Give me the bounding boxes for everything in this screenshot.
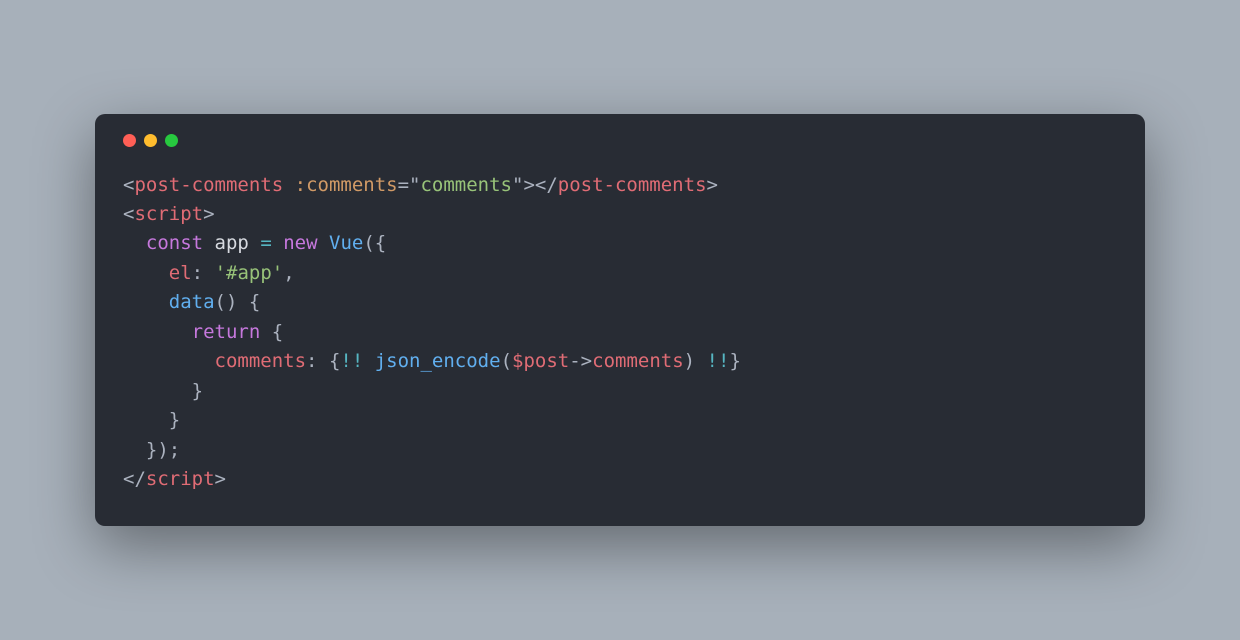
- code-token: </: [123, 468, 146, 490]
- code-line: comments: {!! json_encode($post->comment…: [123, 350, 741, 372]
- code-token: >: [707, 174, 718, 196]
- code-line: el: '#app',: [123, 262, 295, 284]
- code-token: [123, 439, 146, 461]
- code-token: new: [283, 232, 317, 254]
- code-token: comments: [420, 174, 512, 196]
- code-token: >: [203, 203, 214, 225]
- code-token: !!: [707, 350, 730, 372]
- code-token: });: [146, 439, 180, 461]
- code-token: [272, 232, 283, 254]
- code-token: post-comments: [558, 174, 707, 196]
- code-line: });: [123, 439, 180, 461]
- code-line: </script>: [123, 468, 226, 490]
- code-token: [123, 380, 192, 402]
- code-token: [123, 232, 146, 254]
- code-window: <post-comments :comments="comments"></po…: [95, 114, 1145, 527]
- code-token: app: [215, 232, 249, 254]
- maximize-icon[interactable]: [165, 134, 178, 147]
- code-token: [123, 409, 169, 431]
- code-token: ->: [569, 350, 592, 372]
- close-icon[interactable]: [123, 134, 136, 147]
- code-token: $post: [512, 350, 569, 372]
- code-token: [203, 262, 214, 284]
- minimize-icon[interactable]: [144, 134, 157, 147]
- code-token: script: [146, 468, 215, 490]
- window-titlebar: [123, 134, 1117, 171]
- code-token: </: [535, 174, 558, 196]
- code-token: [123, 321, 192, 343]
- code-token: [123, 291, 169, 313]
- code-token: ,: [283, 262, 294, 284]
- code-token: '#app': [215, 262, 284, 284]
- code-token: !!: [340, 350, 363, 372]
- code-line: const app = new Vue({: [123, 232, 386, 254]
- code-line: <script>: [123, 203, 215, 225]
- code-token: const: [146, 232, 203, 254]
- code-line: data() {: [123, 291, 260, 313]
- code-token: :comments: [295, 174, 398, 196]
- code-token: data: [169, 291, 215, 313]
- code-token: [317, 350, 328, 372]
- code-token: [123, 262, 169, 284]
- code-token: [318, 232, 329, 254]
- code-token: }: [169, 409, 180, 431]
- code-token: [260, 321, 271, 343]
- code-line: }: [123, 380, 203, 402]
- code-token: ): [684, 350, 695, 372]
- code-token: {: [249, 291, 260, 313]
- code-token: }: [729, 350, 740, 372]
- code-token: [123, 350, 215, 372]
- code-token: :: [306, 350, 317, 372]
- code-token: [237, 291, 248, 313]
- code-token: }: [192, 380, 203, 402]
- code-token: [283, 174, 294, 196]
- code-token: ": [409, 174, 420, 196]
- code-token: ": [512, 174, 523, 196]
- code-token: post-comments: [134, 174, 283, 196]
- code-token: <: [123, 174, 134, 196]
- code-token: return: [192, 321, 261, 343]
- code-token: =: [260, 232, 271, 254]
- code-token: >: [523, 174, 534, 196]
- code-token: comments: [215, 350, 307, 372]
- code-token: script: [134, 203, 203, 225]
- code-token: [695, 350, 706, 372]
- code-block: <post-comments :comments="comments"></po…: [123, 171, 1117, 495]
- code-token: comments: [592, 350, 684, 372]
- code-line: }: [123, 409, 180, 431]
- code-line: <post-comments :comments="comments"></po…: [123, 174, 718, 196]
- code-token: [203, 232, 214, 254]
- code-token: json_encode: [375, 350, 501, 372]
- code-token: el: [169, 262, 192, 284]
- code-line: return {: [123, 321, 283, 343]
- code-token: =: [398, 174, 409, 196]
- code-token: [363, 350, 374, 372]
- code-token: (: [501, 350, 512, 372]
- code-token: ({: [363, 232, 386, 254]
- code-token: {: [272, 321, 283, 343]
- code-token: (): [215, 291, 238, 313]
- code-token: [249, 232, 260, 254]
- code-token: :: [192, 262, 203, 284]
- code-token: >: [215, 468, 226, 490]
- code-token: Vue: [329, 232, 363, 254]
- code-token: {: [329, 350, 340, 372]
- code-token: <: [123, 203, 134, 225]
